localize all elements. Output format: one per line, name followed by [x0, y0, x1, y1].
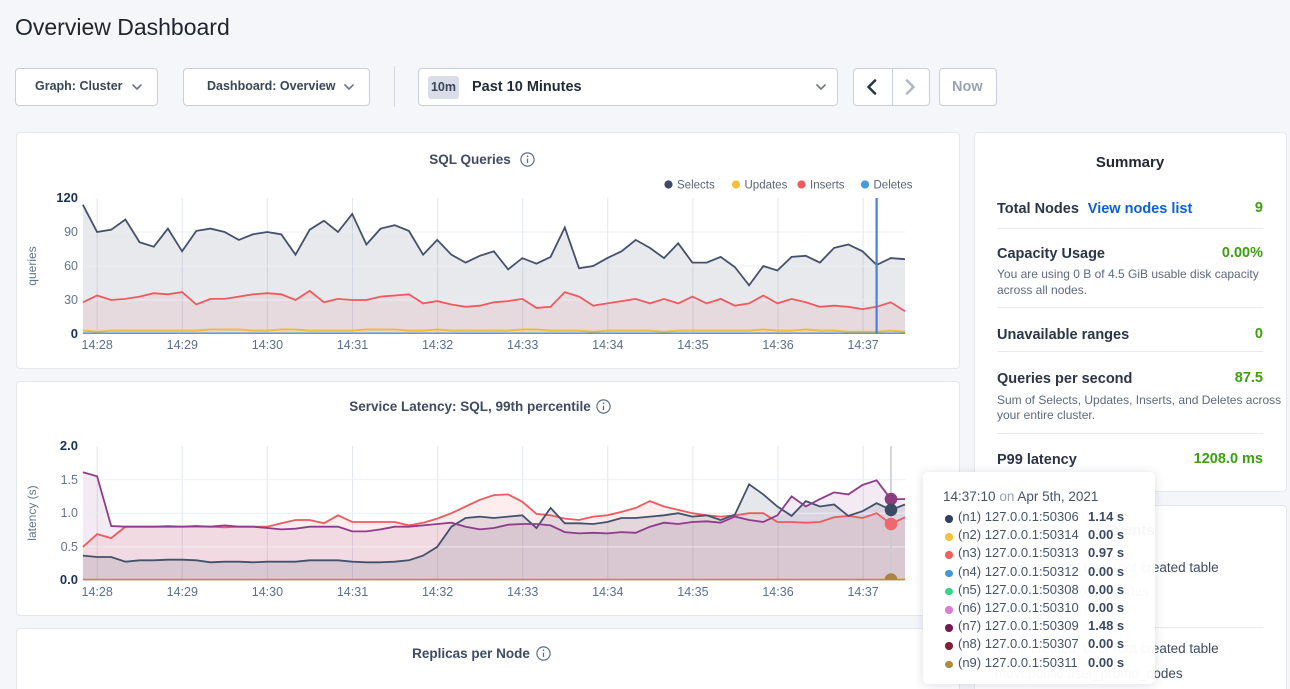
- svg-text:Inserts: Inserts: [810, 180, 845, 192]
- svg-text:30: 30: [64, 293, 78, 307]
- svg-text:14:34: 14:34: [592, 338, 623, 352]
- svg-text:Deletes: Deletes: [874, 180, 913, 192]
- svg-text:Selects: Selects: [677, 180, 715, 192]
- svg-text:14:28: 14:28: [82, 585, 113, 599]
- svg-text:14:31: 14:31: [337, 585, 368, 599]
- svg-text:14:33: 14:33: [507, 338, 538, 352]
- svg-text:1.5: 1.5: [61, 473, 78, 487]
- svg-text:0.0: 0.0: [60, 572, 78, 587]
- svg-text:14:37: 14:37: [847, 338, 878, 352]
- svg-text:14:31: 14:31: [337, 338, 368, 352]
- svg-text:14:37: 14:37: [847, 585, 878, 599]
- svg-text:14:36: 14:36: [762, 585, 793, 599]
- svg-text:latency (s): latency (s): [25, 485, 39, 540]
- svg-text:1.0: 1.0: [61, 506, 78, 520]
- svg-text:0.5: 0.5: [61, 540, 78, 554]
- svg-text:2.0: 2.0: [60, 438, 78, 453]
- svg-text:14:32: 14:32: [422, 585, 453, 599]
- svg-text:14:30: 14:30: [252, 338, 283, 352]
- svg-text:14:35: 14:35: [677, 338, 708, 352]
- svg-text:queries: queries: [25, 246, 39, 285]
- svg-text:14:36: 14:36: [762, 338, 793, 352]
- svg-text:0: 0: [71, 326, 78, 341]
- svg-text:14:34: 14:34: [592, 585, 623, 599]
- svg-text:14:32: 14:32: [422, 338, 453, 352]
- svg-text:14:29: 14:29: [167, 338, 198, 352]
- svg-text:14:30: 14:30: [252, 585, 283, 599]
- svg-text:90: 90: [64, 225, 78, 239]
- svg-text:Updates: Updates: [745, 180, 788, 192]
- svg-text:14:28: 14:28: [82, 338, 113, 352]
- svg-text:14:33: 14:33: [507, 585, 538, 599]
- svg-text:120: 120: [56, 190, 78, 205]
- svg-text:14:35: 14:35: [677, 585, 708, 599]
- svg-text:60: 60: [64, 259, 78, 273]
- svg-text:14:29: 14:29: [167, 585, 198, 599]
